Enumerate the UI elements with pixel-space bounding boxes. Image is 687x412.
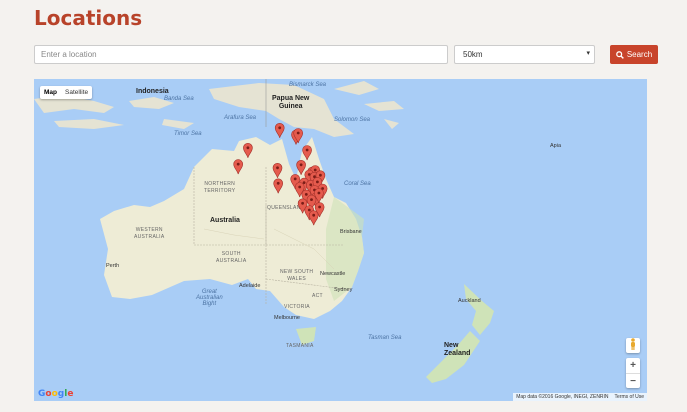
chevron-down-icon: ▾ xyxy=(586,50,590,57)
terms-link[interactable]: Terms of Use xyxy=(615,394,644,400)
map-marker[interactable] xyxy=(308,210,319,226)
zoom-control: + − xyxy=(626,358,640,388)
zoom-in-button[interactable]: + xyxy=(626,358,640,374)
map-attribution: Map data ©2016 Google, INEGI, ZENRIN Ter… xyxy=(513,393,647,401)
search-button-label: Search xyxy=(626,50,653,59)
zoom-out-button[interactable]: − xyxy=(626,374,640,389)
radius-select[interactable]: 50km ▾ xyxy=(454,45,595,64)
map-marker[interactable] xyxy=(302,145,312,161)
pegman-icon xyxy=(631,338,635,350)
map-marker[interactable] xyxy=(296,160,306,175)
search-button[interactable]: Search xyxy=(610,45,658,64)
map-marker[interactable] xyxy=(243,143,253,158)
street-view-pegman[interactable] xyxy=(626,338,640,353)
markers-layer xyxy=(233,123,328,226)
attribution-text: Map data ©2016 Google, INEGI, ZENRIN xyxy=(516,394,609,400)
map-marker[interactable] xyxy=(273,178,283,194)
map-marker[interactable] xyxy=(233,159,243,175)
search-icon xyxy=(615,50,624,59)
map-marker[interactable] xyxy=(272,163,283,178)
radius-value: 50km xyxy=(463,50,483,59)
map-marker[interactable] xyxy=(274,123,285,138)
map-view[interactable]: Map Satellite Indonesia Banda Sea Bismar… xyxy=(34,79,647,401)
page-title: Locations xyxy=(34,6,143,30)
location-search-input[interactable] xyxy=(34,45,448,64)
google-logo: Google xyxy=(38,389,74,399)
